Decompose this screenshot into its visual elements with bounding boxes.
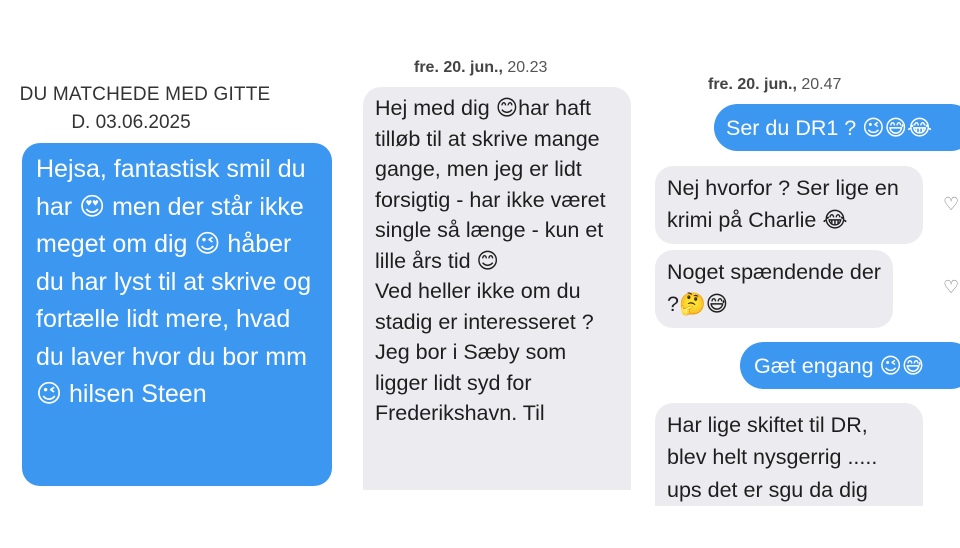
- incoming-message-bubble[interactable]: Noget spændende der ?🤔😅: [655, 250, 893, 328]
- chat-panel-reply: fre. 20. jun., 20.23 Hej med dig 😊har ha…: [345, 0, 645, 548]
- scroll-cutoff: [652, 506, 960, 548]
- match-date: D. 03.06.2025: [71, 112, 191, 133]
- timestamp-day: fre. 20. jun.,: [414, 59, 503, 76]
- heart-outline-icon[interactable]: ♡: [943, 278, 959, 296]
- timestamp-time: 20.23: [507, 59, 548, 76]
- match-title: DU MATCHEDE MED GITTE: [19, 84, 271, 105]
- incoming-message-bubble[interactable]: Hej med dig 😊har haft tilløb til at skri…: [363, 87, 631, 507]
- timestamp-time: 20.47: [801, 76, 842, 93]
- chat-panel-match: DU MATCHEDE MED GITTE D. 03.06.2025 Hejs…: [0, 0, 340, 548]
- outgoing-message-bubble[interactable]: Hejsa, fantastisk smil du har 😍 men der …: [22, 143, 332, 486]
- scroll-cutoff: [345, 490, 645, 548]
- incoming-message-bubble[interactable]: Nej hvorfor ? Ser lige en krimi på Charl…: [655, 166, 923, 244]
- outgoing-message-bubble[interactable]: Gæt engang 😉😅: [740, 342, 960, 389]
- heart-outline-icon[interactable]: ♡: [943, 195, 959, 213]
- outgoing-message-bubble[interactable]: Ser du DR1 ? 😉😅😂: [714, 104, 960, 151]
- message-timestamp: fre. 20. jun., 20.23: [414, 59, 547, 77]
- incoming-message-bubble[interactable]: Har lige skiftet til DR, blev helt nysge…: [655, 403, 923, 523]
- message-timestamp: fre. 20. jun., 20.47: [708, 76, 841, 94]
- timestamp-day: fre. 20. jun.,: [708, 76, 797, 93]
- chat-panel-conversation: fre. 20. jun., 20.47 Ser du DR1 ? 😉😅😂 Ne…: [652, 0, 960, 548]
